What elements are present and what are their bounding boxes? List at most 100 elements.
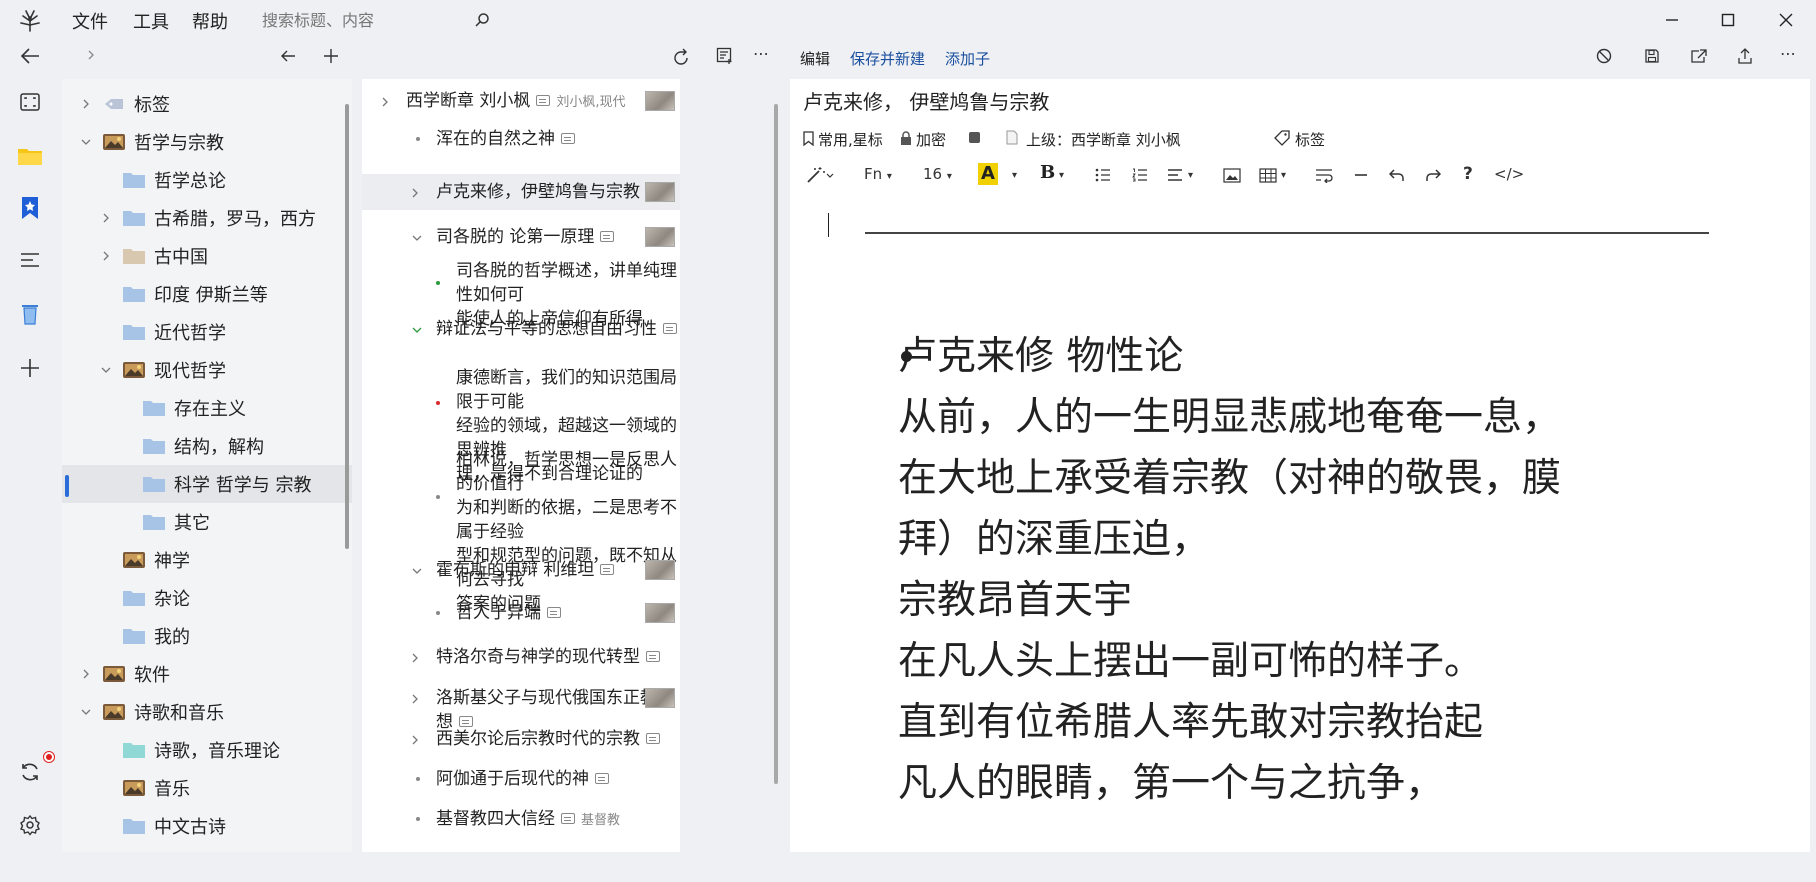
search-icon[interactable] — [472, 10, 492, 30]
chevron-down-icon[interactable] — [78, 707, 94, 717]
note-list-item[interactable]: 霍布斯的申辩 利维坦 — [362, 553, 680, 587]
new-note-icon[interactable] — [714, 46, 736, 66]
bold-button[interactable]: B — [1040, 162, 1055, 183]
chevron-right-icon[interactable] — [78, 668, 94, 680]
note-list-item[interactable]: 柏林说，哲学思想一是反思人的价值行 为和判断的依据，二是思考不属于经验 型和规范型的… — [362, 446, 680, 614]
align-icon[interactable] — [1166, 166, 1184, 184]
numbered-list-icon[interactable] — [1131, 166, 1149, 184]
tree-item[interactable]: 存在主义 — [62, 389, 352, 427]
font-size-select[interactable]: 16 ▾ — [923, 165, 952, 183]
help-button[interactable]: ? — [1463, 164, 1473, 184]
share-icon[interactable] — [1735, 46, 1755, 66]
add-icon[interactable] — [12, 350, 48, 386]
tree-item[interactable]: 科学 哲学与 宗教 — [62, 465, 352, 503]
outline-icon[interactable] — [12, 242, 48, 278]
tree-item[interactable]: 结构，解构 — [62, 427, 352, 465]
tree-item[interactable]: 古希腊，罗马，西方 — [62, 199, 352, 237]
tags-field[interactable]: 标签 — [1295, 129, 1325, 150]
font-family-select[interactable]: Fn ▾ — [864, 165, 892, 183]
insert-table-icon[interactable] — [1258, 166, 1278, 184]
back-icon[interactable] — [12, 38, 48, 74]
source-code-button[interactable]: </> — [1494, 165, 1524, 183]
chevron-right-icon[interactable] — [78, 98, 94, 110]
note-list-item[interactable]: 卢克来修，伊壁鸠鲁与宗教 — [362, 174, 680, 210]
chevron-down-icon[interactable] — [78, 137, 94, 147]
chevron-down-icon[interactable] — [410, 563, 424, 583]
tree-item[interactable]: 哲学总论 — [62, 161, 352, 199]
wrap-text-icon[interactable] — [1314, 166, 1334, 184]
folder-icon[interactable] — [12, 138, 48, 174]
chevron-right-icon[interactable] — [410, 732, 420, 752]
parent-note-link[interactable]: 上级：西学断章 刘小枫 — [1026, 129, 1181, 150]
trash-icon[interactable] — [12, 296, 48, 332]
note-list-item[interactable]: 浑在的自然之神 — [362, 121, 680, 157]
maximize-icon[interactable] — [1714, 8, 1742, 32]
note-list-item[interactable]: 司各脱的哲学概述，讲单纯理性如何可 能使人的上帝信仰有所得 — [362, 257, 680, 329]
highlight-dropdown-icon[interactable]: ▾ — [1012, 170, 1017, 181]
chevron-right-icon[interactable] — [98, 212, 114, 224]
settings-icon[interactable] — [12, 807, 48, 843]
color-square-icon[interactable] — [969, 132, 980, 143]
tree-back-icon[interactable] — [278, 46, 298, 66]
tree-item[interactable]: 诗歌，音乐理论 — [62, 731, 352, 769]
chevron-right-icon[interactable] — [98, 250, 114, 262]
chevron-right-icon[interactable] — [410, 650, 420, 670]
tree-item[interactable]: 诗歌和音乐 — [62, 693, 352, 731]
note-list-item[interactable]: 司各脱的 论第一原理 — [362, 217, 680, 257]
chevron-down-icon[interactable] — [98, 365, 114, 375]
note-list-item[interactable]: 阿伽通于后现代的神 — [362, 761, 680, 797]
note-list-item[interactable]: 洛斯基父子与现代俄国东正教思想 — [362, 680, 680, 732]
note-list-item[interactable]: 辩证法与平等的思想自由习性 — [362, 311, 680, 347]
save-and-new-button[interactable]: 保存并新建 — [850, 48, 925, 69]
menu-file[interactable]: 文件 — [72, 8, 108, 34]
highlight-color-button[interactable]: A — [978, 163, 998, 185]
chevron-down-icon[interactable] — [410, 230, 424, 250]
note-list-item[interactable]: 基督教四大信经 基督教 — [362, 801, 680, 837]
magic-format-icon[interactable] — [806, 164, 834, 186]
editor-more-icon[interactable]: ⋯ — [1780, 44, 1796, 63]
menu-tools[interactable]: 工具 — [133, 8, 169, 34]
list-scrollbar[interactable] — [774, 104, 778, 784]
tree-item[interactable]: 软件 — [62, 655, 352, 693]
note-list-item[interactable]: 特洛尔奇与神学的现代转型 — [362, 639, 680, 675]
tree-item[interactable]: 神学 — [62, 541, 352, 579]
bookmark-icon[interactable] — [12, 190, 48, 226]
chevron-right-icon[interactable] — [380, 94, 390, 114]
tree-item[interactable]: 我的 — [62, 617, 352, 655]
favorites-star-tag[interactable]: 常用,星标 — [818, 129, 883, 150]
note-title[interactable]: 卢克来修， 伊壁鸠鲁与宗教 — [803, 86, 1049, 115]
tree-item[interactable]: 中文古诗 — [62, 807, 352, 845]
list-more-icon[interactable]: ⋯ — [753, 44, 769, 63]
disable-icon[interactable] — [1594, 46, 1614, 66]
bold-dropdown-icon[interactable]: ▾ — [1059, 170, 1064, 181]
edit-button[interactable]: 编辑 — [800, 48, 830, 69]
add-child-button[interactable]: 添加子 — [945, 48, 990, 69]
tree-item[interactable]: 古中国 — [62, 237, 352, 275]
tree-item[interactable]: 杂论 — [62, 579, 352, 617]
encrypt-toggle[interactable]: 加密 — [916, 129, 946, 150]
align-dropdown-icon[interactable]: ▾ — [1188, 170, 1193, 181]
refresh-icon[interactable] — [672, 46, 692, 66]
tree-item[interactable]: 现代哲学 — [62, 351, 352, 389]
undo-icon[interactable] — [1388, 166, 1406, 184]
search-input[interactable] — [262, 7, 492, 33]
menu-help[interactable]: 帮助 — [192, 8, 228, 34]
expand-chevron-icon[interactable] — [82, 46, 100, 64]
tree-item[interactable]: 近代哲学 — [62, 313, 352, 351]
note-list-item[interactable]: 西美尔论后宗教时代的宗教 — [362, 721, 680, 757]
tree-scrollbar[interactable] — [345, 104, 349, 549]
note-list-item[interactable]: 西学断章 刘小枫 刘小枫,现代 — [362, 83, 680, 119]
note-list-item[interactable]: 康德断言，我们的知识范围局限于可能 经验的领域，超越这一领域的思辨推 理，是得不到合… — [362, 364, 680, 484]
chevron-right-icon[interactable] — [410, 185, 420, 205]
open-external-icon[interactable] — [1688, 46, 1710, 66]
minimize-icon[interactable] — [1658, 8, 1686, 32]
insert-image-icon[interactable] — [1222, 166, 1242, 184]
tree-item[interactable]: 标签 — [62, 85, 352, 123]
save-icon[interactable] — [1642, 46, 1662, 66]
table-dropdown-icon[interactable]: ▾ — [1281, 170, 1286, 181]
chevron-down-icon[interactable] — [410, 322, 424, 342]
close-icon[interactable] — [1772, 8, 1800, 32]
note-content[interactable]: 卢克来修 物性论 从前，人的一生明显悲戚地奄奄一息， 在大地上承受着宗教（对神的… — [898, 326, 1698, 814]
horizontal-rule-icon[interactable] — [1352, 166, 1370, 184]
tree-item[interactable]: 其它 — [62, 503, 352, 541]
